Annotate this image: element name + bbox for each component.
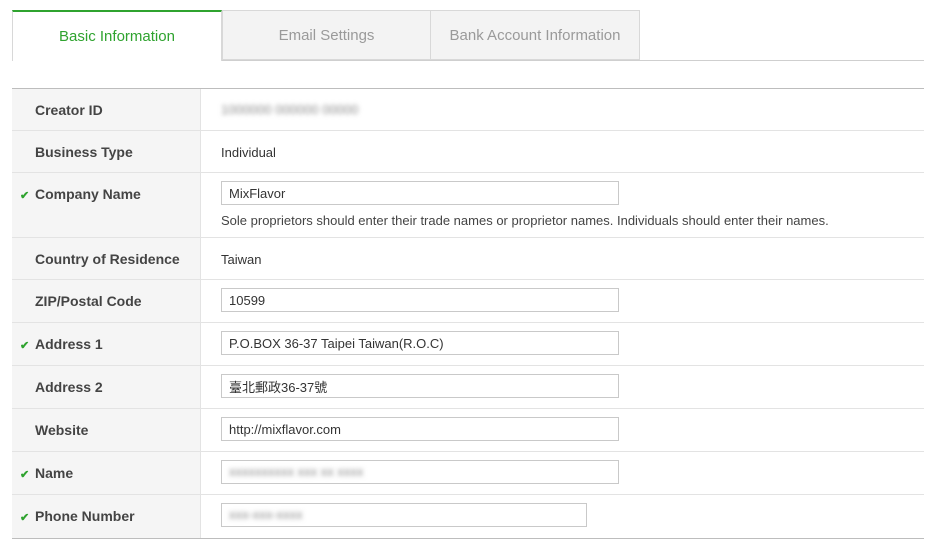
website-label: Website <box>35 422 89 438</box>
value-cell: xxx-xxx-xxxx <box>201 495 924 538</box>
label-cell: Address 2 <box>12 366 201 408</box>
row-company-name: ✔ Company Name Sole proprietors should e… <box>12 173 924 238</box>
business-type-value: Individual <box>221 145 276 160</box>
label-cell: ZIP/Postal Code <box>12 280 201 322</box>
basic-information-form: Creator ID 1000000 000000 00000 Business… <box>12 88 924 539</box>
value-cell: 1000000 000000 00000 <box>201 89 924 130</box>
value-cell <box>201 280 924 322</box>
label-cell: ✔ Name <box>12 452 201 494</box>
row-address2: Address 2 <box>12 366 924 409</box>
tab-basic-information[interactable]: Basic Information <box>12 10 222 61</box>
address2-input[interactable] <box>221 374 619 398</box>
checkmark-icon: ✔ <box>20 469 30 481</box>
value-cell: Individual <box>201 131 924 172</box>
phone-input[interactable]: xxx-xxx-xxxx <box>221 503 587 527</box>
name-label: Name <box>35 465 74 481</box>
row-country: Country of Residence Taiwan <box>12 238 924 280</box>
value-cell: xxxxxxxxxx xxx xx xxxx <box>201 452 924 494</box>
name-value: xxxxxxxxxx xxx xx xxxx <box>229 464 364 479</box>
label-cell: ✔ Company Name <box>12 173 201 237</box>
checkmark-icon: ✔ <box>20 190 30 202</box>
company-name-label: Company Name <box>35 186 141 202</box>
row-phone: ✔ Phone Number xxx-xxx-xxxx <box>12 495 924 538</box>
address1-input[interactable] <box>221 331 619 355</box>
checkmark-icon: ✔ <box>20 340 30 352</box>
label-cell: ✔ Phone Number <box>12 495 201 538</box>
country-value: Taiwan <box>221 252 262 267</box>
name-input[interactable]: xxxxxxxxxx xxx xx xxxx <box>221 460 619 484</box>
label-cell: Creator ID <box>12 89 201 130</box>
tab-bar: Basic Information Email Settings Bank Ac… <box>12 10 924 61</box>
company-name-help-text: Sole proprietors should enter their trad… <box>221 213 829 228</box>
checkmark-icon: ✔ <box>20 512 30 524</box>
label-cell: ✔ Address 1 <box>12 323 201 365</box>
value-cell: Sole proprietors should enter their trad… <box>201 173 924 237</box>
row-business-type: Business Type Individual <box>12 131 924 173</box>
row-creator-id: Creator ID 1000000 000000 00000 <box>12 89 924 131</box>
website-input[interactable] <box>221 417 619 441</box>
country-label: Country of Residence <box>35 251 180 267</box>
business-type-label: Business Type <box>35 144 133 160</box>
value-cell <box>201 366 924 408</box>
row-website: Website <box>12 409 924 452</box>
tab-divider <box>222 60 924 61</box>
label-cell: Country of Residence <box>12 238 201 279</box>
company-name-input[interactable] <box>221 181 619 205</box>
address1-label: Address 1 <box>35 336 103 352</box>
value-cell <box>201 323 924 365</box>
label-cell: Website <box>12 409 201 451</box>
zip-input[interactable] <box>221 288 619 312</box>
label-cell: Business Type <box>12 131 201 172</box>
tab-bank-account-information[interactable]: Bank Account Information <box>430 10 640 60</box>
phone-value: xxx-xxx-xxxx <box>229 507 303 522</box>
value-cell: Taiwan <box>201 238 924 279</box>
tab-email-settings[interactable]: Email Settings <box>222 10 431 60</box>
row-zip: ZIP/Postal Code <box>12 280 924 323</box>
row-address1: ✔ Address 1 <box>12 323 924 366</box>
value-cell <box>201 409 924 451</box>
creator-id-label: Creator ID <box>35 102 103 118</box>
zip-label: ZIP/Postal Code <box>35 293 142 309</box>
row-name: ✔ Name xxxxxxxxxx xxx xx xxxx <box>12 452 924 495</box>
creator-id-value: 1000000 000000 00000 <box>221 102 359 117</box>
phone-label: Phone Number <box>35 508 135 524</box>
address2-label: Address 2 <box>35 379 103 395</box>
